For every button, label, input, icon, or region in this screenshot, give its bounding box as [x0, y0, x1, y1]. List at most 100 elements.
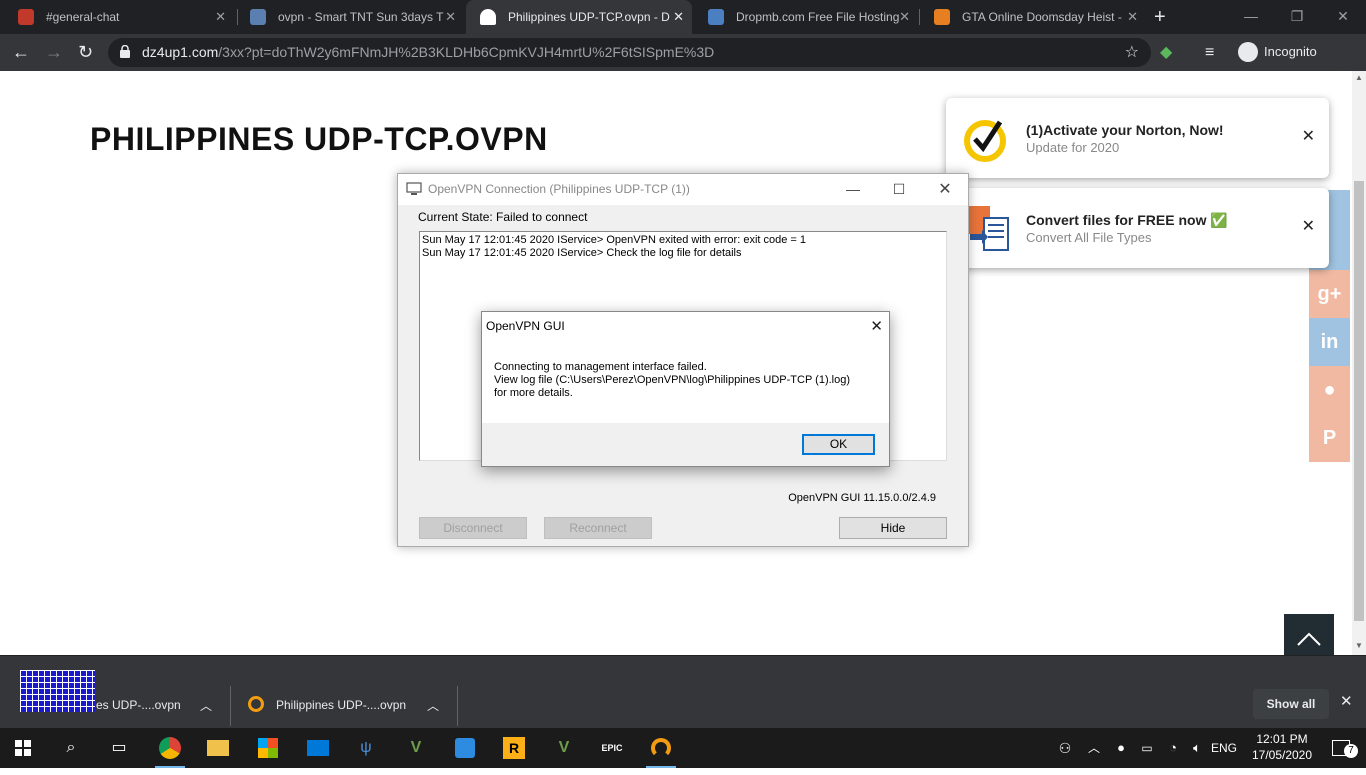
language-indicator[interactable]: ENG [1206, 728, 1242, 768]
address-bar[interactable]: dz4up1.com/3xx?pt=doThW2y6mFNmJH%2B3KLDH… [108, 38, 1151, 67]
rockstar-icon[interactable]: R [493, 728, 535, 768]
notification-title: Convert files for FREE now ✅ [1026, 212, 1228, 228]
url-host: dz4up1.com [142, 44, 219, 60]
ok-button[interactable]: OK [802, 434, 875, 455]
tab-ovpn-smart[interactable]: ovpn - Smart TNT Sun 3days T ✕ [236, 0, 464, 34]
lock-icon [120, 45, 130, 58]
linkedin-share-button[interactable]: in [1309, 318, 1350, 366]
close-icon[interactable]: ✕ [870, 312, 883, 341]
window-title: OpenVPN Connection (Philippines UDP-TCP … [428, 182, 690, 196]
close-tab-icon[interactable]: ✕ [899, 0, 910, 34]
download-item[interactable]: Philippines UDP-....ovpn [246, 656, 446, 729]
norton-check-icon [960, 114, 1010, 164]
forward-icon[interactable]: → [45, 34, 63, 71]
store-icon[interactable] [247, 728, 289, 768]
clock-date: 17/05/2020 [1251, 748, 1313, 762]
extension-icon[interactable]: ◆ [1160, 34, 1172, 71]
chevron-up-icon[interactable]: ︿ [200, 686, 212, 726]
pinterest-share-button[interactable]: P [1309, 414, 1350, 462]
steam-app-icon[interactable] [444, 728, 486, 768]
clock-time: 12:01 PM [1256, 732, 1308, 746]
tab-gta-online[interactable]: GTA Online Doomsday Heist - ✕ [920, 0, 1146, 34]
cube-favicon-icon [250, 9, 266, 25]
close-tab-icon[interactable]: ✕ [673, 0, 684, 34]
openvpn-error-dialog: OpenVPN GUI ✕ Connecting to management i… [481, 311, 890, 467]
google-plus-icon: g+ [1317, 283, 1342, 305]
pinterest-icon: P [1322, 427, 1337, 449]
message-line: for more details. [494, 387, 573, 399]
download-filename: es UDP-....ovpn [96, 698, 181, 712]
scrollbar-thumb[interactable] [1354, 181, 1364, 621]
restore-icon[interactable]: ❐ [1274, 0, 1320, 32]
volume-icon[interactable]: 🔈︎ [1186, 728, 1208, 768]
message-line: View log file (C:\Users\Perez\OpenVPN\lo… [494, 374, 851, 386]
window-close-icon[interactable]: ✕ [1320, 0, 1366, 32]
notification-norton[interactable]: (1)Activate your Norton, Now! Update for… [946, 98, 1329, 178]
scroll-down-icon[interactable]: ▼ [1352, 641, 1366, 650]
tab-label: ovpn - Smart TNT Sun 3days T [278, 10, 444, 24]
page-scrollbar[interactable]: ▲ ▼ [1352, 71, 1366, 655]
reconnect-button[interactable]: Reconnect [544, 517, 652, 539]
minimize-icon[interactable]: — [830, 174, 876, 205]
bookmark-star-icon[interactable]: ☆ [1125, 38, 1139, 67]
file-explorer-icon[interactable] [197, 728, 239, 768]
tab-general-chat[interactable]: #general-chat ✕ [4, 0, 234, 34]
grid-image-overlay [20, 670, 95, 712]
search-icon[interactable]: ⌕ [50, 728, 92, 768]
mail-icon[interactable] [297, 728, 339, 768]
windows-start-icon[interactable] [2, 728, 44, 768]
close-tab-icon[interactable]: ✕ [1127, 0, 1138, 34]
chrome-taskbar-icon[interactable] [149, 728, 191, 768]
chevron-up-icon[interactable]: ︿ [427, 686, 439, 726]
wifi-icon[interactable]: ◔ [1162, 728, 1184, 768]
download-filename: Philippines UDP-....ovpn [276, 698, 407, 712]
notification-convert[interactable]: Convert files for FREE now ✅ Convert All… [946, 188, 1329, 268]
close-tab-icon[interactable]: ✕ [445, 0, 456, 34]
chevron-up-icon[interactable]: ︿ [1079, 728, 1109, 768]
dialog-titlebar[interactable]: OpenVPN GUI ✕ [482, 312, 889, 341]
linkedin-icon: in [1320, 331, 1339, 353]
message-line: Connecting to management interface faile… [494, 361, 707, 373]
notification-count: 7 [1344, 744, 1358, 758]
notification-center-icon[interactable]: 7 [1320, 728, 1362, 768]
download-shelf: es UDP-....ovpn ︿ Philippines UDP-....ov… [0, 655, 1366, 728]
gta-v-icon[interactable]: V [395, 728, 437, 768]
minimize-icon[interactable]: — [1228, 0, 1274, 32]
log-line: Sun May 17 12:01:45 2020 IService> OpenV… [422, 234, 807, 246]
cloud-favicon-icon [480, 9, 496, 25]
disconnect-button[interactable]: Disconnect [419, 517, 527, 539]
openvpn-window-icon [406, 182, 422, 195]
hide-button[interactable]: Hide [839, 517, 947, 539]
notification-subtitle: Convert All File Types [1026, 230, 1152, 245]
openvpn-taskbar-icon[interactable] [640, 728, 682, 768]
incognito-label: Incognito [1264, 44, 1317, 59]
close-notification-icon[interactable]: ✕ [1302, 216, 1315, 236]
reload-icon[interactable]: ↻ [78, 34, 93, 71]
app-icon[interactable]: ψ [345, 728, 387, 768]
close-shelf-icon[interactable]: ✕ [1340, 692, 1353, 710]
close-icon[interactable]: ✕ [922, 174, 968, 205]
log-line: Sun May 17 12:01:45 2020 IService> Check… [422, 247, 742, 259]
close-tab-icon[interactable]: ✕ [215, 0, 226, 34]
tray-app-icon[interactable]: ● [1110, 728, 1132, 768]
tab-philippines-ovpn[interactable]: Philippines UDP-TCP.ovpn - D ✕ [466, 0, 692, 34]
reddit-share-button[interactable]: ● [1309, 366, 1350, 414]
close-notification-icon[interactable]: ✕ [1302, 126, 1315, 146]
new-tab-icon[interactable]: + [1154, 0, 1166, 34]
gta-v-icon[interactable]: V [543, 728, 585, 768]
incognito-icon [1238, 42, 1258, 62]
media-controls-icon[interactable]: ≡ [1205, 34, 1214, 71]
incognito-indicator[interactable]: Incognito [1234, 39, 1352, 65]
scroll-up-icon[interactable]: ▲ [1352, 73, 1366, 82]
task-view-icon[interactable]: ▭ [98, 728, 140, 768]
window-titlebar[interactable]: OpenVPN Connection (Philippines UDP-TCP … [398, 174, 968, 205]
dialog-title: OpenVPN GUI [486, 319, 565, 333]
google-plus-share-button[interactable]: g+ [1309, 270, 1350, 318]
back-icon[interactable]: ← [12, 34, 30, 71]
epic-games-icon[interactable]: EPIC [591, 728, 633, 768]
show-all-button[interactable]: Show all [1253, 689, 1329, 719]
network-icon[interactable]: ▭ [1136, 728, 1158, 768]
clock[interactable]: 12:01 PM 17/05/2020 [1250, 731, 1314, 763]
tab-dropmb[interactable]: Dropmb.com Free File Hosting ✕ [694, 0, 918, 34]
maximize-icon[interactable]: ☐ [876, 174, 922, 205]
